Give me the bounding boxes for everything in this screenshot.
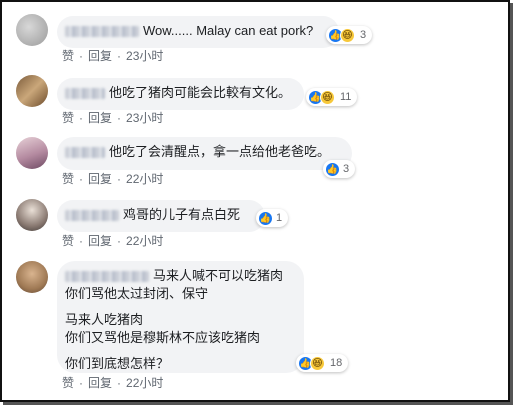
haha-reaction-icon: 😆 <box>340 27 355 43</box>
reaction-summary[interactable]: 👍 1 <box>256 209 289 227</box>
timestamp[interactable]: 23小时 <box>126 49 163 63</box>
comment-bubble: 鸡哥的儿子有点白死 <box>57 200 265 232</box>
timestamp[interactable]: 22小时 <box>126 376 163 390</box>
like-link[interactable]: 赞 <box>62 111 74 125</box>
avatar[interactable] <box>16 261 48 293</box>
reaction-count: 1 <box>276 212 283 224</box>
avatar[interactable] <box>16 199 48 231</box>
comment-actions: 赞 · 回复 · 23小时 <box>62 111 164 125</box>
timestamp[interactable]: 23小时 <box>126 111 163 125</box>
reaction-summary[interactable]: 👍 😆 3 <box>326 26 373 44</box>
author-name-blurred[interactable] <box>65 26 139 38</box>
like-link[interactable]: 赞 <box>62 49 74 63</box>
reaction-count: 18 <box>330 357 343 369</box>
reply-link[interactable]: 回复 <box>88 234 112 248</box>
comment-actions: 赞 · 回复 · 23小时 <box>62 49 164 63</box>
timestamp[interactable]: 22小时 <box>126 234 163 248</box>
reaction-summary[interactable]: 👍 3 <box>323 160 356 178</box>
haha-reaction-icon: 😆 <box>310 355 325 371</box>
comment-bubble: 马来人喊不可以吃猪肉 你们骂他太过封闭、保守 马来人吃猪肉 你们又骂他是穆斯林不… <box>57 261 304 373</box>
author-name-blurred[interactable] <box>65 88 105 100</box>
comment-bubble: 他吃了猪肉可能会比較有文化。 <box>57 78 304 110</box>
reply-link[interactable]: 回复 <box>88 172 112 186</box>
reply-link[interactable]: 回复 <box>88 49 112 63</box>
comment-actions: 赞 · 回复 · 22小时 <box>62 234 164 248</box>
comment-line: 马来人喊不可以吃猪肉 <box>153 268 284 283</box>
reaction-summary[interactable]: 👍 😆 11 <box>306 88 358 106</box>
comment-actions: 赞 · 回复 · 22小时 <box>62 376 164 390</box>
comment-line: 马来人吃猪肉 <box>65 312 144 327</box>
comment-text: 他吃了会清醒点，拿一点给他老爸吃。 <box>109 144 331 159</box>
author-name-blurred[interactable] <box>65 271 149 283</box>
comment-line: 你们又骂他是穆斯林不应该吃猪肉 <box>65 330 261 345</box>
like-reaction-icon: 👍 <box>258 210 273 226</box>
reaction-count: 3 <box>360 29 367 41</box>
comment-bubble: 他吃了会清醒点，拿一点给他老爸吃。 <box>57 137 352 170</box>
avatar[interactable] <box>16 137 48 169</box>
reaction-summary[interactable]: 👍 😆 18 <box>296 354 349 372</box>
timestamp[interactable]: 22小时 <box>126 172 163 186</box>
comment-text: 他吃了猪肉可能会比較有文化。 <box>109 85 292 100</box>
comment-line: 你们到底想怎样？ <box>65 356 170 371</box>
reaction-count: 3 <box>343 163 350 175</box>
author-name-blurred[interactable] <box>65 210 119 222</box>
reply-link[interactable]: 回复 <box>88 111 112 125</box>
reaction-count: 11 <box>340 91 352 103</box>
like-reaction-icon: 👍 <box>325 161 340 177</box>
comment-text: 鸡哥的儿子有点白死 <box>123 207 241 222</box>
reply-link[interactable]: 回复 <box>88 376 112 390</box>
comment-actions: 赞 · 回复 · 22小时 <box>62 172 164 186</box>
like-link[interactable]: 赞 <box>62 172 74 186</box>
comment-line: 你们骂他太过封闭、保守 <box>65 286 209 301</box>
comment-text: Wow...... Malay can eat pork? <box>143 23 314 38</box>
author-name-blurred[interactable] <box>65 147 105 159</box>
haha-reaction-icon: 😆 <box>320 89 335 105</box>
comment-bubble: Wow...... Malay can eat pork? <box>57 16 339 48</box>
avatar[interactable] <box>16 14 48 46</box>
like-link[interactable]: 赞 <box>62 376 74 390</box>
like-link[interactable]: 赞 <box>62 234 74 248</box>
avatar[interactable] <box>16 75 48 107</box>
